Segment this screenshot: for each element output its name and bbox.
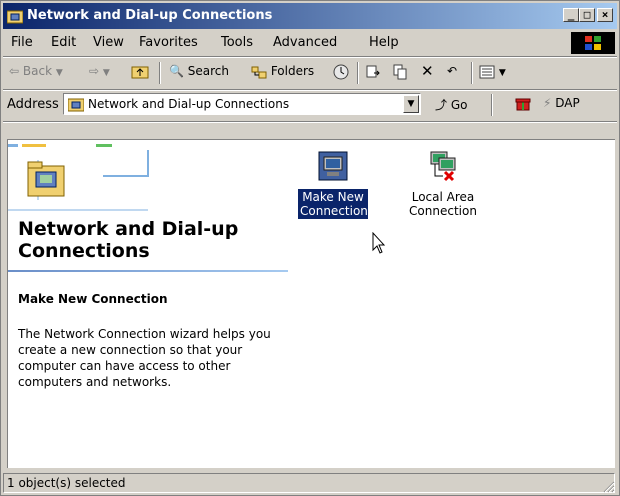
menu-bar: File Edit View Favorites Tools Advanced … [3,31,617,55]
back-button[interactable]: ⇦ Back ▼ [9,64,63,78]
maximize-button[interactable]: □ [579,8,595,22]
windows-logo-icon [571,32,615,54]
standard-toolbar: ⇦ Back ▼ ⇨ ▼ 🔍 Search Folders ✕ ↶ ▼ [3,58,617,88]
toolbar-separator [491,94,493,116]
menu-help[interactable]: Help [369,35,399,50]
toolbar-separator [471,62,473,84]
menu-file[interactable]: File [11,35,33,50]
folders-label: Folders [270,64,315,78]
go-button[interactable]: ⤴ Go [435,96,467,113]
views-dropdown-icon: ▼ [498,68,506,78]
undo-icon: ↶ [447,64,458,78]
make-new-connection-icon [318,151,348,181]
up-folder-button[interactable] [131,64,149,80]
delete-icon: ✕ [421,62,434,80]
up-folder-icon [131,66,149,79]
address-input[interactable]: Network and Dial-up Connections ▼ [63,93,421,115]
views-button[interactable]: ▼ [479,64,506,79]
menu-edit[interactable]: Edit [51,35,76,50]
mouse-pointer-icon [372,232,386,254]
toolbar-separator [357,62,359,84]
dap-label: DAP [555,96,580,110]
selected-item-name: Make New Connection [18,292,168,306]
delete-button[interactable]: ✕ [421,62,434,80]
forward-arrow-icon: ⇨ [89,64,100,78]
menu-view[interactable]: View [93,35,124,50]
go-arrow-icon: ⤴ [435,98,448,112]
address-bar: Address Network and Dial-up Connections … [3,91,617,119]
go-label: Go [450,98,468,112]
chevron-down-icon: ▼ [407,99,415,109]
address-label: Address [7,97,59,112]
dap-button[interactable]: ⚡ DAP [543,96,580,110]
views-icon [479,65,495,78]
status-bar: 1 object(s) selected [3,471,617,495]
address-dropdown-button[interactable]: ▼ [403,95,419,113]
address-separator [3,121,617,123]
local-area-connection-item[interactable]: Local Area Connection [398,150,488,219]
panel-title: Network and Dial-up Connections [18,218,239,262]
search-button[interactable]: 🔍 Search [169,64,229,78]
network-connections-banner-icon [8,144,149,211]
panel-divider [8,270,288,272]
back-dropdown-icon: ▼ [55,68,63,78]
local-area-connection-disabled-icon [430,151,456,182]
back-label: Back [22,64,53,78]
forward-dropdown-icon: ▼ [102,68,110,78]
menu-tools[interactable]: Tools [221,35,253,50]
close-icon: × [601,8,609,21]
folder-view[interactable]: Network and Dial-up Connections Make New… [7,139,615,468]
minimize-icon: _ [567,8,575,21]
local-area-connection-label: Local Area Connection [409,190,477,218]
status-pane: 1 object(s) selected [3,473,615,493]
back-arrow-icon: ⇦ [9,64,20,78]
gift-icon[interactable] [515,95,531,111]
address-value: Network and Dial-up Connections [88,97,290,111]
history-icon [333,64,349,80]
menu-favorites[interactable]: Favorites [139,35,198,50]
lightning-icon: ⚡ [543,96,552,110]
network-folder-icon [68,98,84,112]
forward-button[interactable]: ⇨ ▼ [89,64,110,78]
make-new-connection-label: Make New Connection [298,189,368,219]
search-icon: 🔍 [169,64,184,78]
explorer-window: Network and Dial-up Connections _ □ × Fi… [0,0,620,496]
menu-advanced[interactable]: Advanced [273,35,337,50]
minimize-button[interactable]: _ [563,8,579,22]
search-label: Search [187,64,230,78]
move-to-button[interactable] [365,64,381,80]
close-button[interactable]: × [597,8,613,22]
copy-to-icon [393,64,407,80]
resize-grip-icon[interactable] [603,481,615,493]
undo-button[interactable]: ↶ [447,64,457,78]
folders-button[interactable]: Folders [251,64,314,79]
folders-icon [251,66,267,78]
copy-to-button[interactable] [393,64,409,80]
window-title: Network and Dial-up Connections [27,8,273,23]
make-new-connection-item[interactable]: Make New Connection [288,150,378,219]
status-text: 1 object(s) selected [7,476,126,490]
selected-item-description: The Network Connection wizard helps you … [18,327,271,389]
webview-info-panel: Network and Dial-up Connections Make New… [8,140,288,468]
network-folder-icon [7,10,23,24]
maximize-icon: □ [583,8,591,21]
history-button[interactable] [333,64,349,80]
move-to-icon [366,65,380,78]
toolbar-separator [159,62,161,84]
title-bar[interactable]: Network and Dial-up Connections _ □ × [3,3,617,29]
